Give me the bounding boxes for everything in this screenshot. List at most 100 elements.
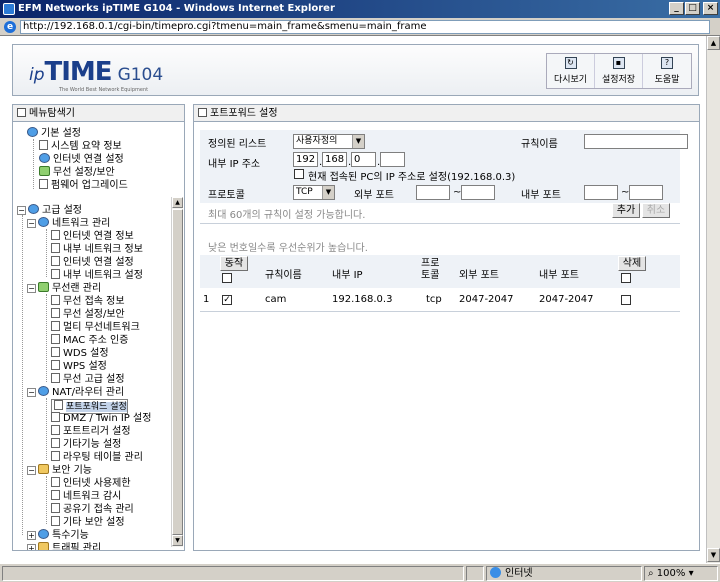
menu-advanced-settings[interactable]: − 고급 설정	[17, 204, 82, 217]
menu-special-functions[interactable]: + 특수기능	[27, 529, 89, 542]
refresh-icon: ↻	[564, 57, 577, 69]
floppy-icon: ▪	[612, 57, 625, 69]
row-enable-checkbox[interactable]: ✓	[222, 295, 232, 305]
ip-octet-3-input[interactable]: 0	[351, 152, 376, 167]
zoom-icon: ⌕	[648, 568, 654, 579]
internal-port-start-input[interactable]	[584, 185, 618, 200]
logo-tagline: The World Best Network Equipment	[59, 87, 149, 93]
select-all-delete-checkbox[interactable]	[621, 273, 631, 283]
protocol-select[interactable]: TCP ▼	[293, 185, 335, 200]
priority-note: 낮은 번호일수록 우선순위가 높습니다.	[208, 243, 368, 254]
ip-octet-2-input[interactable]: 168	[322, 152, 347, 167]
menu-item-wds[interactable]: WDS 설정	[51, 347, 109, 360]
rule-name-input[interactable]	[584, 134, 688, 149]
expand-icon[interactable]: +	[27, 531, 36, 540]
menu-item-internet-restrict[interactable]: 인터넷 사용제한	[51, 477, 131, 490]
external-port-end-input[interactable]	[461, 185, 495, 200]
document-icon	[51, 516, 60, 526]
menu-item-router-access[interactable]: 공유기 접속 관리	[51, 503, 134, 516]
document-icon	[51, 360, 60, 370]
menu-item-internet-setup[interactable]: 인터넷 연결 설정	[39, 153, 124, 166]
menu-item-multi-ssid[interactable]: 멀티 무선네트워크	[51, 321, 140, 334]
wireless-icon	[39, 166, 50, 176]
menu-item-wireless-advanced[interactable]: 무선 고급 설정	[51, 373, 125, 386]
menu-item-dmz[interactable]: DMZ / Twin IP 설정	[51, 412, 151, 425]
menu-item-lan-config[interactable]: 내부 네트워크 설정	[51, 269, 143, 282]
book-icon: ?	[661, 57, 673, 69]
scroll-up-icon[interactable]: ▲	[707, 36, 720, 50]
panel-icon	[17, 108, 26, 117]
cancel-button[interactable]: 취소	[642, 203, 670, 218]
add-button[interactable]: 추가	[612, 203, 640, 218]
expand-icon[interactable]: +	[27, 544, 36, 550]
col-rule-name: 규칙이름	[265, 270, 302, 281]
use-current-pc-label: 현재 접속된 PC의 IP 주소로 설정(192.168.0.3)	[308, 172, 516, 183]
collapse-icon[interactable]: −	[17, 206, 26, 215]
menu-item-mac-auth[interactable]: MAC 주소 인증	[51, 334, 128, 347]
page-scrollbar[interactable]: ▲ ▼	[706, 36, 720, 563]
use-current-pc-checkbox[interactable]	[294, 169, 304, 179]
menu-item-port-trigger[interactable]: 포트트리거 설정	[51, 425, 131, 438]
scroll-down-icon[interactable]: ▼	[172, 535, 183, 546]
header-toolbar: ↻ 다시보기 ▪ 설정저장 ? 도움말	[546, 53, 692, 89]
menu-scrollbar[interactable]: ▲ ▼	[171, 197, 183, 547]
menu-item-system-summary[interactable]: 시스템 요약 정보	[39, 140, 122, 153]
menu-item-misc-functions[interactable]: 기타기능 설정	[51, 438, 121, 451]
help-button[interactable]: ? 도움말	[643, 54, 691, 88]
menu-basic-settings[interactable]: 기본 설정	[27, 127, 81, 140]
iptime-logo: ipTIME G104 The World Best Network Equipm…	[29, 57, 164, 93]
menu-item-lan-info[interactable]: 내부 네트워크 정보	[51, 243, 143, 256]
minimize-button[interactable]: _	[669, 2, 684, 15]
defined-list-select[interactable]: 사용자정의 ▼	[293, 134, 365, 149]
refresh-button[interactable]: ↻ 다시보기	[547, 54, 595, 88]
menu-security[interactable]: − 보안 기능	[27, 464, 92, 477]
menu-item-wireless-setup[interactable]: 무선 설정/보안	[39, 166, 115, 179]
document-icon	[51, 321, 60, 331]
scroll-thumb[interactable]	[172, 209, 183, 535]
scroll-down-icon[interactable]: ▼	[707, 548, 720, 562]
document-icon	[51, 503, 60, 513]
document-icon	[39, 140, 48, 150]
document-icon	[51, 412, 60, 422]
menu-item-other-security[interactable]: 기타 보안 설정	[51, 516, 125, 529]
delete-button[interactable]: 삭제	[618, 256, 646, 271]
url-field[interactable]: http://192.168.0.1/cgi-bin/timepro.cgi?t…	[20, 20, 710, 34]
collapse-icon[interactable]: −	[27, 219, 36, 228]
row-delete-checkbox[interactable]	[621, 295, 631, 305]
ip-octet-1-input[interactable]: 192	[293, 152, 318, 167]
menu-item-routing-table[interactable]: 라우팅 테이블 관리	[51, 451, 143, 464]
collapse-icon[interactable]: −	[27, 284, 36, 293]
external-port-start-input[interactable]	[416, 185, 450, 200]
col-external-port: 외부 포트	[459, 270, 499, 281]
scroll-up-icon[interactable]: ▲	[172, 197, 183, 208]
menu-network-management[interactable]: − 네트워크 관리	[27, 217, 110, 230]
ip-octet-4-input[interactable]	[380, 152, 405, 167]
menu-title: 메뉴탐색기	[13, 105, 184, 122]
collapse-icon[interactable]: −	[27, 388, 36, 397]
menu-nat-router[interactable]: − NAT/라우터 관리	[27, 386, 124, 399]
menu-traffic-management[interactable]: + 트래픽 관리	[27, 542, 101, 550]
menu-item-wireless-info[interactable]: 무선 접속 정보	[51, 295, 125, 308]
menu-item-internet-info[interactable]: 인터넷 연결 정보	[51, 230, 134, 243]
close-button[interactable]: ×	[703, 2, 718, 15]
menu-item-wps[interactable]: WPS 설정	[51, 360, 107, 373]
save-config-button[interactable]: ▪ 설정저장	[595, 54, 643, 88]
document-icon	[51, 295, 60, 305]
security-zone: 인터넷	[486, 566, 642, 581]
maximize-button[interactable]: □	[685, 2, 700, 15]
menu-wireless-management[interactable]: − 무선랜 관리	[27, 282, 101, 295]
menu-item-internet-config[interactable]: 인터넷 연결 설정	[51, 256, 134, 269]
zoom-control[interactable]: ⌕ 100% ▾	[644, 566, 718, 581]
menu-item-network-monitor[interactable]: 네트워크 감시	[51, 490, 121, 503]
collapse-icon[interactable]: −	[27, 466, 36, 475]
document-icon	[51, 373, 60, 383]
internal-port-end-input[interactable]	[629, 185, 663, 200]
menu-item-wireless-security[interactable]: 무선 설정/보안	[51, 308, 125, 321]
action-button[interactable]: 동작	[220, 256, 248, 271]
panel-icon	[198, 108, 207, 117]
document-icon	[51, 347, 60, 357]
row-index: 1	[203, 294, 210, 305]
select-all-enable-checkbox[interactable]	[222, 273, 232, 283]
menu-item-firmware[interactable]: 펌웨어 업그레이드	[39, 179, 128, 192]
ie-app-icon	[3, 3, 15, 15]
